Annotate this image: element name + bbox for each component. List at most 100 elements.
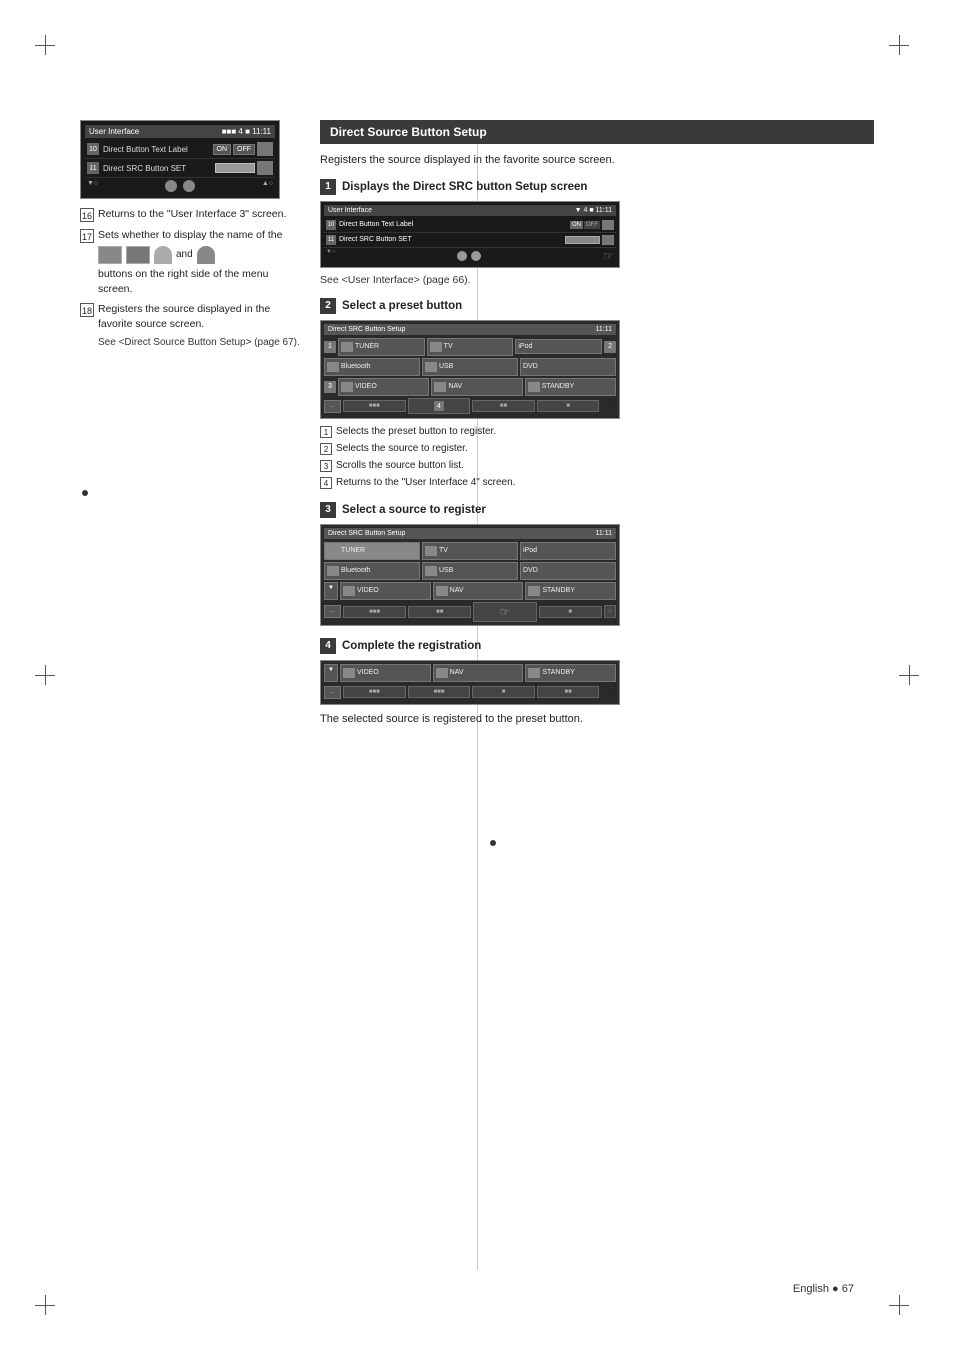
step4-btn-video: VIDEO <box>340 664 431 682</box>
step-2-screen: Direct SRC Button Setup 11:11 1 TUNER TV <box>320 320 620 419</box>
screen-icons-bottom <box>165 180 195 192</box>
step-3-row-3: ▼ VIDEO NAV STANDBY <box>324 582 616 600</box>
screen-slider <box>215 163 255 173</box>
src-btn-ipod: iPod <box>515 339 602 354</box>
page-content: User Interface ■■■ 4 ■ 11:11 10 Direct B… <box>80 120 874 1270</box>
step3-btn-video: VIDEO <box>340 582 431 600</box>
left-item-16: 16 Returns to the "User Interface 3" scr… <box>80 207 300 222</box>
step-2-row-3-annotated: 3 VIDEO NAV STANDBY <box>324 378 616 396</box>
step-4-bottom-row: ← ■■■ ■■■ ■ ■■ ☞ <box>324 684 616 701</box>
ann-4-inline: 4 <box>434 401 444 411</box>
step-1-number: 1 <box>320 179 336 195</box>
crop-mark-tr <box>889 35 909 55</box>
icon-person-2 <box>197 246 215 264</box>
step-4-title-row: 4 Complete the registration <box>320 638 874 654</box>
step-2-row-1-annotated: 1 TUNER TV iPod 2 <box>324 338 616 356</box>
left-item-17: 17 Sets whether to display the name of t… <box>80 228 300 296</box>
step3-btn-standby: STANDBY <box>525 582 616 600</box>
step-3-row-1: TUNER TV iPod <box>324 542 616 560</box>
screen-row-2: 11 Direct SRC Button SET <box>85 159 275 178</box>
ann-item-2: 2 Selects the source to register. <box>320 442 874 456</box>
icon-row: and <box>98 246 215 264</box>
ann-1: 1 <box>324 341 336 353</box>
step-3-number: 3 <box>320 502 336 518</box>
src-bottom-2: 4 <box>408 398 471 414</box>
right-column: Direct Source Button Setup Registers the… <box>320 120 874 1270</box>
step-1-screen-row-2: 11 Direct SRC Button SET <box>324 233 616 248</box>
crop-mark-br <box>889 1295 909 1315</box>
left-list: 16 Returns to the "User Interface 3" scr… <box>80 207 300 350</box>
step3-btn-nav: NAV <box>433 582 524 600</box>
left-screen-header: User Interface ■■■ 4 ■ 11:11 <box>85 125 275 138</box>
step3-icon-end: ○ <box>604 605 616 618</box>
src-bottom-4: ■ <box>537 400 600 412</box>
src-btn-usb: USB <box>422 358 518 376</box>
step-3-hand: ☞ <box>500 605 511 619</box>
src-btn-tuner: TUNER <box>338 338 425 356</box>
step-2-row-2: Bluetooth USB DVD <box>324 358 616 376</box>
src-btn-dvd: DVD <box>520 358 616 376</box>
step-2-title: Select a preset button <box>342 300 462 312</box>
step-1-hand: ☞ <box>603 249 614 263</box>
step-2-hand: ☞ <box>603 398 616 415</box>
src-bottom-3: ■■ <box>472 400 535 412</box>
step-1-title-row: 1 Displays the Direct SRC button Setup s… <box>320 179 874 195</box>
crop-mark-tl <box>35 35 55 55</box>
step-3-screen: Direct SRC Button Setup 11:11 TUNER TV i… <box>320 524 620 626</box>
icon-person <box>154 246 172 264</box>
step-1-screen-header: User Interface ▼ 4 ■ 11:11 <box>324 205 616 216</box>
step-3-title: Select a source to register <box>342 504 486 516</box>
ann-item-4: 4 Returns to the "User Interface 4" scre… <box>320 476 874 490</box>
step3-btn-tuner: TUNER <box>324 542 420 560</box>
crop-mark-bl <box>35 1295 55 1315</box>
icon-1 <box>98 246 122 264</box>
step-2-annotations: 1 Selects the preset button to register.… <box>320 425 874 490</box>
step-2-block: 2 Select a preset button Direct SRC Butt… <box>320 298 874 490</box>
step-1-screen-row-1: 10 Direct Button Text Label ON OFF <box>324 218 616 233</box>
step-1-screen-bottom: ▼○ ☞ <box>324 248 616 264</box>
left-ui-screen: User Interface ■■■ 4 ■ 11:11 10 Direct B… <box>80 120 280 199</box>
step-2-row-bottom: ← ■■■ 4 ■■ ■ ☞ <box>324 398 616 415</box>
step-1-title: Displays the Direct SRC button Setup scr… <box>342 181 587 193</box>
ann-2: 2 <box>604 341 616 353</box>
src-btn-bluetooth: Bluetooth <box>324 358 420 376</box>
step-3-block: 3 Select a source to register Direct SRC… <box>320 502 874 626</box>
step3-btn-dvd: DVD <box>520 562 616 580</box>
step4-btn-nav: NAV <box>433 664 524 682</box>
step-1-block: 1 Displays the Direct SRC button Setup s… <box>320 179 874 286</box>
screen-bottom: ▼○ ▲○ <box>85 178 275 194</box>
step4-arrow: ▼ <box>324 664 338 682</box>
section-header: Direct Source Button Setup <box>320 120 874 144</box>
left-column: User Interface ■■■ 4 ■ 11:11 10 Direct B… <box>80 120 300 1270</box>
right-cross <box>899 665 919 685</box>
step-4-hand: ☞ <box>603 684 616 701</box>
left-item-18: 18 Registers the source displayed in the… <box>80 302 300 349</box>
src-btn-tv: TV <box>427 338 514 356</box>
step3-btn-usb: USB <box>422 562 518 580</box>
screen-row-1: 10 Direct Button Text Label ON OFF <box>85 140 275 159</box>
step-3-bottom-row: ← ■■■ ■■ ☞ ■ ○ <box>324 602 616 622</box>
ann-item-3: 3 Scrolls the source button list. <box>320 459 874 473</box>
step-3-title-row: 3 Select a source to register <box>320 502 874 518</box>
icon-circle-2 <box>183 180 195 192</box>
src-bottom-1: ■■■ <box>343 400 406 412</box>
step3-arrow-left: ▼ <box>324 582 338 600</box>
step3-b1: ■■■ <box>343 606 406 618</box>
screen-icon-2 <box>257 161 273 175</box>
step-4-title: Complete the registration <box>342 640 481 652</box>
left-cross <box>35 665 55 685</box>
step-4-row-1: ▼ VIDEO NAV STANDBY <box>324 664 616 682</box>
step-2-screen-header: Direct SRC Button Setup 11:11 <box>324 324 616 335</box>
step-4-number: 4 <box>320 638 336 654</box>
step-3-screen-header: Direct SRC Button Setup 11:11 <box>324 528 616 539</box>
src-back-btn: ← <box>324 400 341 413</box>
step4-back: ← <box>324 686 341 699</box>
step3-btn-bluetooth: Bluetooth <box>324 562 420 580</box>
left-see-text: See <Direct Source Button Setup> (page 6… <box>98 336 300 350</box>
section-description: Registers the source displayed in the fa… <box>320 152 874 169</box>
step-4-block: 4 Complete the registration ▼ VIDEO NAV <box>320 638 874 728</box>
step-1-see: See <User Interface> (page 66). <box>320 274 874 286</box>
icon-2 <box>126 246 150 264</box>
src-btn-standby: STANDBY <box>525 378 616 396</box>
src-btn-nav: NAV <box>431 378 522 396</box>
